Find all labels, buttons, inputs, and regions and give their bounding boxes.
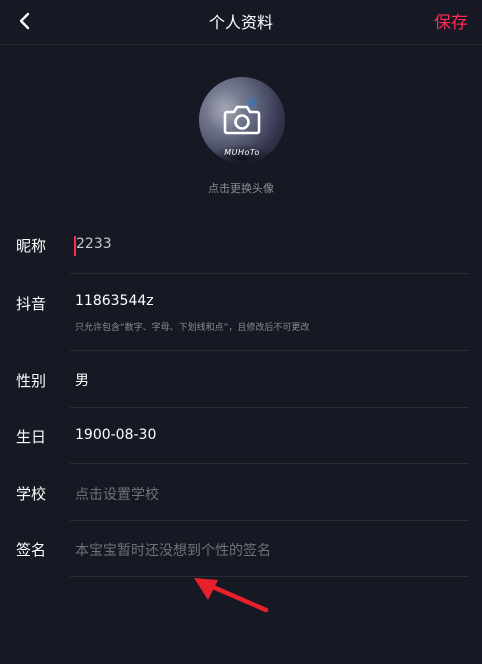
- school-input[interactable]: 点击设置学校: [75, 484, 159, 504]
- divider: [70, 350, 468, 351]
- nickname-label: 昵称: [16, 237, 47, 255]
- school-label: 学校: [16, 485, 47, 503]
- douyin-id-label: 抖音: [16, 295, 47, 313]
- divider: [70, 463, 468, 464]
- gender-label: 性别: [16, 372, 47, 390]
- divider: [70, 520, 468, 521]
- douyin-id-hint: 只允许包含“数字、字母、下划线和点”，且修改后不可更改: [75, 323, 310, 333]
- nickname-input[interactable]: 2233: [76, 236, 112, 252]
- page-title: 个人资料: [208, 13, 273, 32]
- douyin-id-input[interactable]: 11863544z: [75, 293, 154, 309]
- avatar-watermark-text: MUHoTo: [224, 148, 260, 157]
- divider: [70, 273, 468, 274]
- birthday-label: 生日: [16, 428, 47, 446]
- camera-icon: [223, 105, 261, 135]
- signature-input[interactable]: 本宝宝暂时还没想到个性的签名: [75, 540, 271, 560]
- birthday-value[interactable]: 1900-08-30: [75, 427, 156, 443]
- divider: [70, 407, 468, 408]
- signature-label: 签名: [16, 541, 47, 559]
- annotation-arrow-icon: [194, 578, 269, 613]
- gender-value[interactable]: 男: [75, 370, 89, 390]
- save-button[interactable]: 保存: [434, 8, 468, 33]
- change-avatar-hint[interactable]: 点击更换头像: [0, 180, 482, 196]
- avatar[interactable]: MUHoTo: [199, 77, 285, 163]
- top-bar: 个人资料 保存: [0, 0, 482, 45]
